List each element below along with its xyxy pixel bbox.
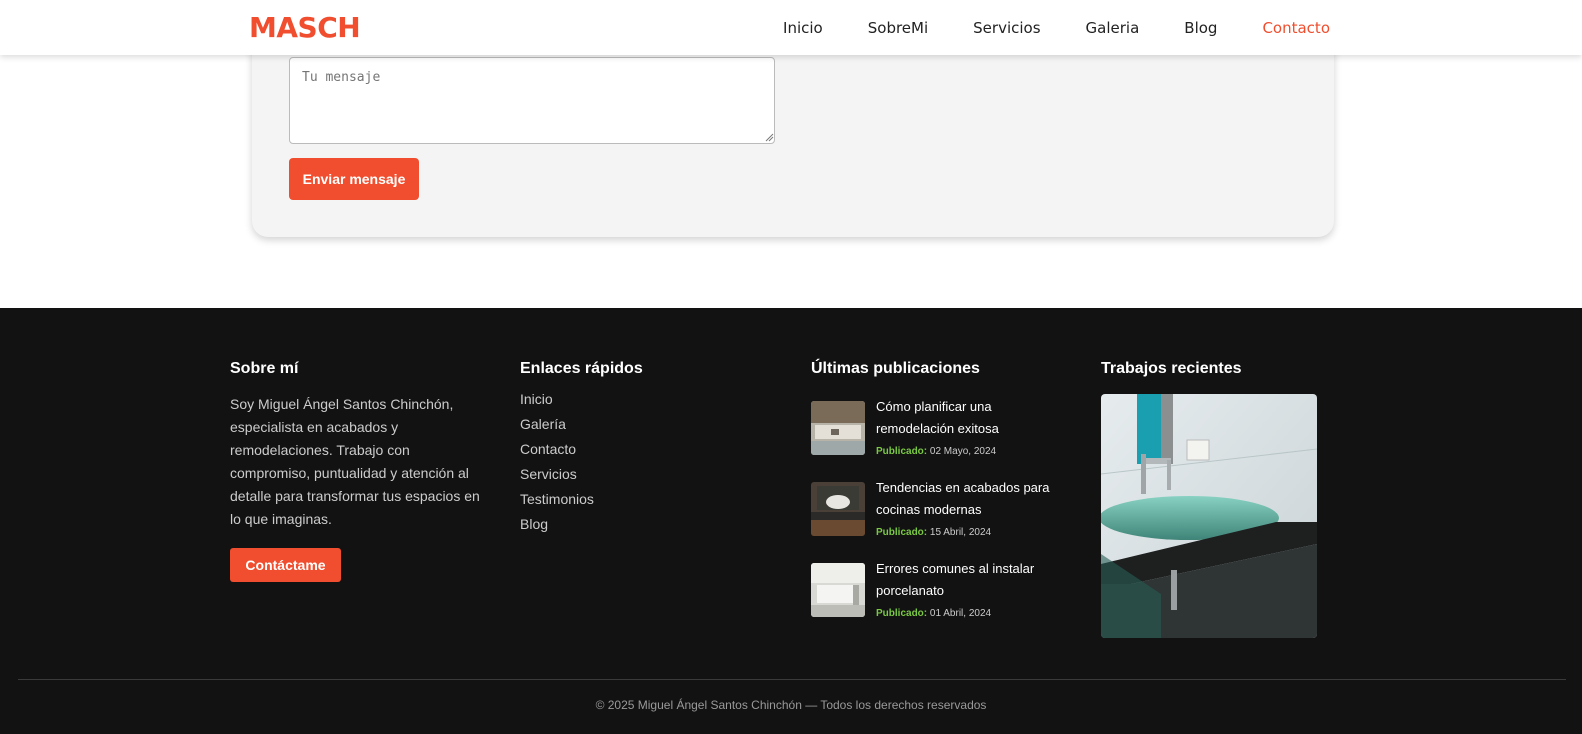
main-nav: Inicio SobreMi Servicios Galeria Blog Co…: [738, 19, 1330, 37]
list-item: Contacto: [520, 441, 594, 466]
copyright-text: © 2025 Miguel Ángel Santos Chinchón — To…: [595, 698, 987, 712]
post-date: 15 Abril, 2024: [929, 527, 992, 538]
about-text: Soy Miguel Ángel Santos Chinchón, especi…: [230, 396, 480, 527]
latest-posts-title: Últimas publicaciones: [811, 360, 980, 377]
nav-link-galeria[interactable]: Galeria: [1086, 19, 1140, 37]
footer-link-testimonios[interactable]: Testimonios: [520, 491, 594, 507]
post-date: 01 Abril, 2024: [929, 608, 992, 619]
post-thumbnail[interactable]: [811, 401, 865, 455]
footer-link-blog[interactable]: Blog: [520, 516, 548, 532]
post-item[interactable]: Errores comunes al instalar porcelanato …: [811, 558, 1051, 628]
footer-link-inicio[interactable]: Inicio: [520, 391, 553, 407]
footer-divider: [18, 679, 1566, 680]
list-item: Blog: [520, 516, 594, 541]
message-textarea[interactable]: [289, 57, 775, 144]
site-header: MASCH Inicio SobreMi Servicios Galeria B…: [0, 0, 1582, 55]
post-date: 02 Mayo, 2024: [929, 446, 997, 457]
nav-link-servicios[interactable]: Servicios: [973, 19, 1040, 37]
post-thumbnail[interactable]: [811, 563, 865, 617]
nav-link-inicio[interactable]: Inicio: [783, 19, 823, 37]
list-item: Testimonios: [520, 491, 594, 516]
post-date-label: Publicado:: [876, 446, 928, 457]
post-meta: Publicado: 01 Abril, 2024: [876, 608, 991, 619]
nav-link-blog[interactable]: Blog: [1184, 19, 1217, 37]
post-title[interactable]: Tendencias en acabados para cocinas mode…: [876, 477, 1056, 521]
post-thumbnail[interactable]: [811, 482, 865, 536]
post-title[interactable]: Errores comunes al instalar porcelanato: [876, 558, 1056, 602]
post-meta: Publicado: 15 Abril, 2024: [876, 527, 991, 538]
post-title[interactable]: Cómo planificar una remodelación exitosa: [876, 396, 1056, 440]
nav-link-contacto[interactable]: Contacto: [1262, 19, 1330, 37]
post-date-label: Publicado:: [876, 527, 928, 538]
list-item: Inicio: [520, 391, 594, 416]
resize-grip-icon[interactable]: [765, 133, 774, 142]
list-item: Servicios: [520, 466, 594, 491]
list-item: Galería: [520, 416, 594, 441]
contact-me-button[interactable]: Contáctame: [230, 548, 341, 582]
post-meta: Publicado: 02 Mayo, 2024: [876, 446, 996, 457]
footer-link-contacto[interactable]: Contacto: [520, 441, 576, 457]
recent-work-image[interactable]: [1101, 394, 1317, 638]
quick-links-title: Enlaces rápidos: [520, 360, 643, 377]
send-message-button[interactable]: Enviar mensaje: [289, 158, 419, 200]
footer-link-servicios[interactable]: Servicios: [520, 466, 577, 482]
post-date-label: Publicado:: [876, 608, 928, 619]
recent-works-title: Trabajos recientes: [1101, 360, 1242, 377]
site-footer: Sobre mí Soy Miguel Ángel Santos Chinchó…: [0, 308, 1582, 734]
site-logo[interactable]: MASCH: [249, 11, 361, 44]
footer-link-galeria[interactable]: Galería: [520, 416, 566, 432]
post-item[interactable]: Cómo planificar una remodelación exitosa…: [811, 396, 1051, 466]
nav-link-sobremi[interactable]: SobreMi: [868, 19, 928, 37]
about-title: Sobre mí: [230, 360, 299, 377]
post-item[interactable]: Tendencias en acabados para cocinas mode…: [811, 477, 1051, 547]
quick-links-list: Inicio Galería Contacto Servicios Testim…: [520, 391, 594, 541]
